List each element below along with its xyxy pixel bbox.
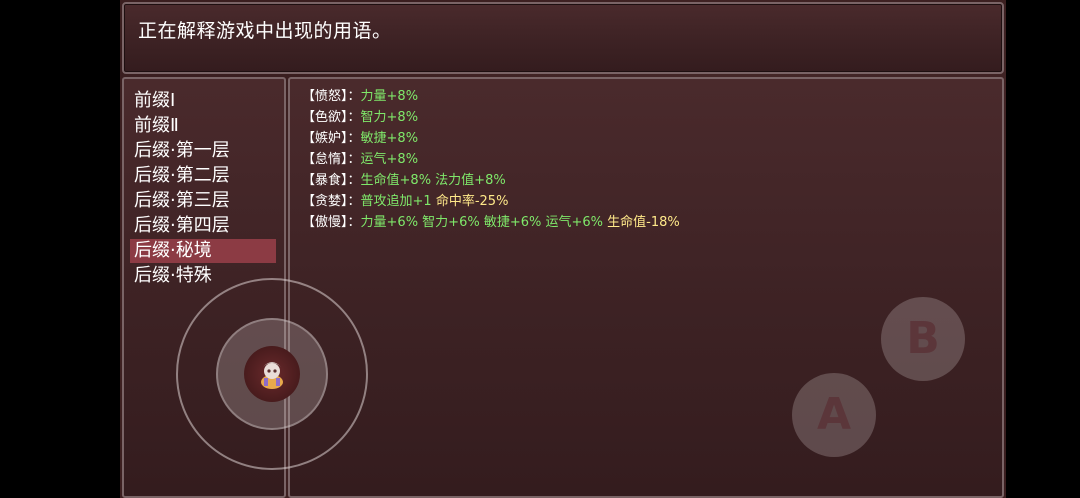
- affix-row: 【怠惰】：运气+8%: [302, 150, 418, 170]
- affix-bonus: 力量+6% 智力+6% 敏捷+6% 运气+6%: [360, 215, 603, 230]
- affix-name: 【愤怒】: [302, 89, 348, 104]
- affix-bonus: 智力+8%: [360, 110, 419, 125]
- affix-separator: ：: [347, 89, 361, 104]
- affix-bonus: 生命值+8% 法力值+8%: [360, 173, 506, 188]
- affix-bonus: 普攻追加+1: [360, 194, 432, 209]
- affix-separator: ：: [347, 131, 361, 146]
- affix-name: 【色欲】: [302, 110, 348, 125]
- affix-penalty: 命中率-25%: [431, 194, 509, 209]
- b-button[interactable]: B: [881, 297, 965, 381]
- game-screen: 正在解释游戏中出现的用语。 前缀Ⅰ 前缀Ⅱ 后缀·第一层 后缀·第二层 后缀·第三层 后缀…: [0, 0, 1080, 498]
- a-button[interactable]: A: [792, 373, 876, 457]
- category-item[interactable]: 前缀Ⅱ: [134, 114, 274, 138]
- affix-penalty: 生命值-18%: [603, 215, 680, 230]
- category-item[interactable]: 后缀·第四层: [134, 214, 274, 238]
- affix-name: 【怠惰】: [302, 152, 348, 167]
- affix-separator: ：: [347, 110, 361, 125]
- character-sprite-icon: [244, 346, 300, 402]
- affix-bonus: 力量+8%: [360, 89, 419, 104]
- message-window: 正在解释游戏中出现的用语。: [122, 2, 1004, 74]
- affix-row: 【嫉妒】：敏捷+8%: [302, 129, 418, 149]
- category-item[interactable]: 后缀·第三层: [134, 189, 274, 213]
- affix-name: 【傲慢】: [302, 215, 348, 230]
- detail-panel: 【愤怒】：力量+8% 【色欲】：智力+8% 【嫉妒】：敏捷+8% 【怠惰】：运气+8%…: [288, 77, 1004, 498]
- affix-name: 【贪婪】: [302, 194, 348, 209]
- affix-separator: ：: [347, 215, 361, 230]
- category-item[interactable]: 后缀·第二层: [134, 164, 274, 188]
- category-item[interactable]: 后缀·秘境: [130, 239, 276, 263]
- affix-row: 【贪婪】：普攻追加+1 命中率-25%: [302, 192, 508, 212]
- affix-separator: ：: [347, 194, 361, 209]
- affix-bonus: 运气+8%: [360, 152, 419, 167]
- message-text: 正在解释游戏中出现的用语。: [138, 20, 392, 42]
- affix-row: 【愤怒】：力量+8%: [302, 87, 418, 107]
- affix-separator: ：: [347, 152, 361, 167]
- category-item[interactable]: 后缀·第一层: [134, 139, 274, 163]
- category-item[interactable]: 前缀Ⅰ: [134, 89, 274, 113]
- affix-name: 【嫉妒】: [302, 131, 348, 146]
- affix-bonus: 敏捷+8%: [360, 131, 419, 146]
- affix-separator: ：: [347, 173, 361, 188]
- affix-name: 【暴食】: [302, 173, 348, 188]
- affix-row: 【色欲】：智力+8%: [302, 108, 418, 128]
- affix-row: 【傲慢】：力量+6% 智力+6% 敏捷+6% 运气+6% 生命值-18%: [302, 213, 680, 233]
- affix-row: 【暴食】：生命值+8% 法力值+8%: [302, 171, 506, 191]
